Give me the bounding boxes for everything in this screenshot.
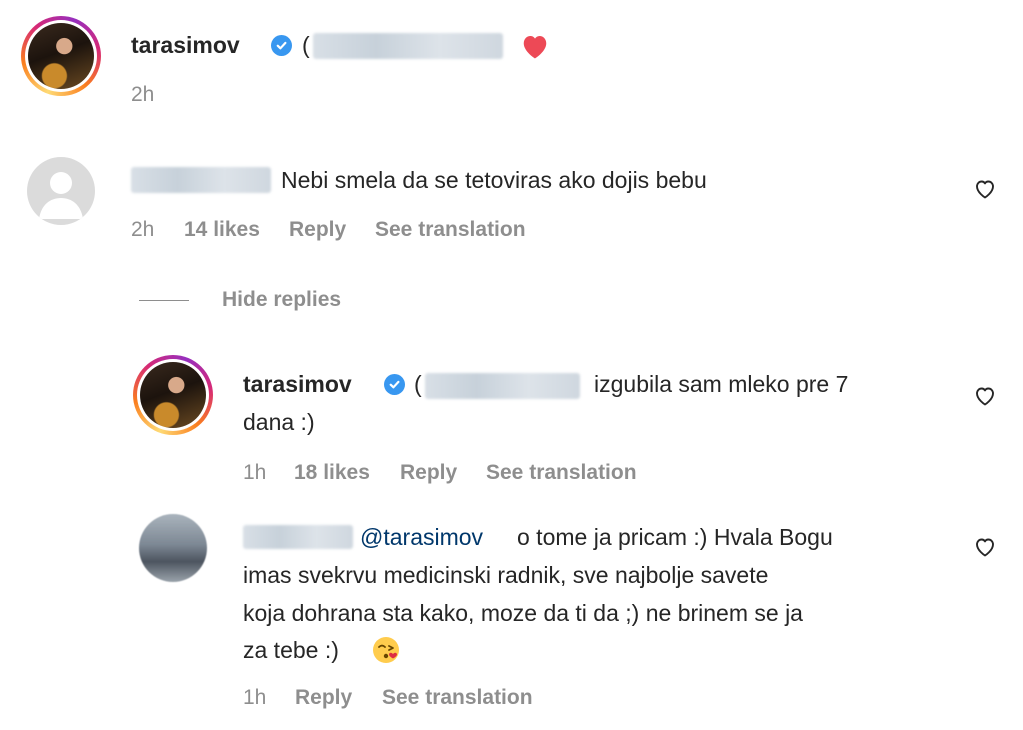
reply-timestamp[interactable]: 1h (243, 461, 266, 485)
reply-button[interactable]: Reply (295, 686, 352, 710)
see-translation-button[interactable]: See translation (486, 461, 637, 485)
like-heart-icon[interactable] (973, 535, 997, 564)
reply-text-line2: dana :) (243, 409, 315, 435)
kissing-face-emoji-icon (371, 635, 401, 670)
hide-replies-button[interactable]: Hide replies (222, 288, 341, 312)
post-author-avatar[interactable] (21, 16, 101, 96)
see-translation-button[interactable]: See translation (375, 218, 526, 242)
profile-photo (28, 23, 94, 89)
redacted-username[interactable] (131, 167, 271, 193)
reply-username[interactable]: tarasimov (243, 371, 352, 398)
reply-text-line1: izgubila sam mleko pre 7 (594, 371, 849, 397)
reply-author-avatar[interactable] (133, 355, 213, 435)
reply-likes[interactable]: 18 likes (294, 461, 370, 485)
redacted-username[interactable] (243, 525, 353, 549)
reply-button[interactable]: Reply (400, 461, 457, 485)
profile-photo (140, 362, 206, 428)
default-avatar-icon[interactable] (27, 157, 95, 225)
comment-likes[interactable]: 14 likes (184, 218, 260, 242)
comment-text: Nebi smela da se tetoviras ako dojis beb… (281, 167, 707, 193)
reply-timestamp[interactable]: 1h (243, 686, 266, 710)
like-heart-icon[interactable] (973, 177, 997, 206)
caption-open-paren: ( (302, 32, 310, 58)
verified-badge-icon (271, 35, 292, 56)
reply-button[interactable]: Reply (289, 218, 346, 242)
reply-open-paren: ( (414, 371, 422, 397)
redacted-mention (425, 373, 580, 399)
reply-text-line4: za tebe :) (243, 637, 339, 663)
redacted-mention (313, 33, 503, 59)
post-username[interactable]: tarasimov (131, 32, 240, 59)
replies-divider-line (139, 300, 189, 301)
post-timestamp[interactable]: 2h (131, 83, 154, 107)
like-heart-icon[interactable] (973, 384, 997, 413)
red-heart-icon (520, 32, 550, 65)
reply-text-line1: o tome ja pricam :) Hvala Bogu (517, 524, 833, 550)
mention-link[interactable]: @tarasimov (360, 519, 483, 555)
comment-timestamp[interactable]: 2h (131, 218, 154, 242)
reply-text-line2: imas svekrvu medicinski radnik, sve najb… (243, 562, 769, 588)
reply-text-line3: koja dohrana sta kako, moze da ti da ;) … (243, 600, 803, 626)
reply-author-avatar[interactable] (139, 514, 207, 582)
see-translation-button[interactable]: See translation (382, 686, 533, 710)
verified-badge-icon (384, 374, 405, 395)
